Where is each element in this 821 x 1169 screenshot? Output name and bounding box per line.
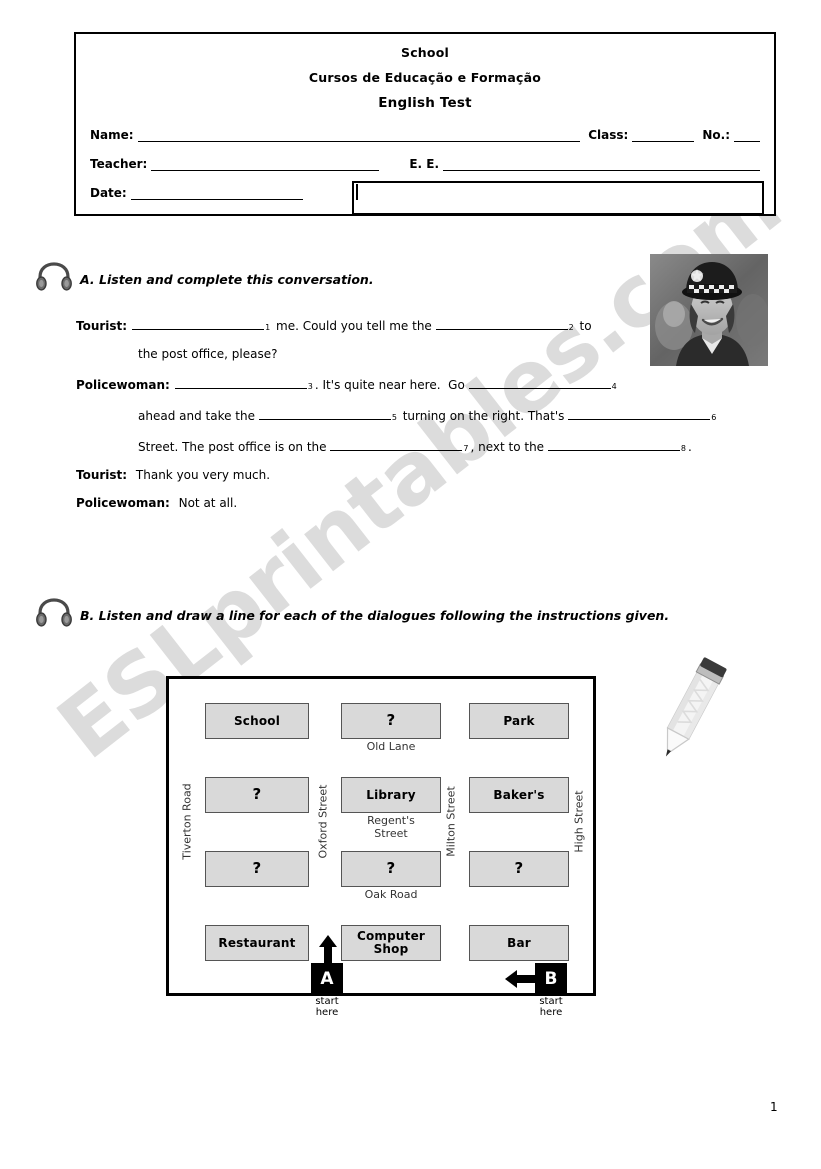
blank-number: 8 xyxy=(680,444,686,453)
map-building[interactable]: Library xyxy=(341,777,441,813)
blank-number: 3 xyxy=(307,382,313,391)
answer-blank-3[interactable] xyxy=(174,375,307,389)
dialogue-text: turning on the right. That's xyxy=(398,409,569,423)
map-building[interactable]: Restaurant xyxy=(205,925,309,961)
dialogue-text: Not at all. xyxy=(174,496,238,510)
class-label: Class: xyxy=(588,128,629,142)
name-input[interactable] xyxy=(137,127,581,142)
course-title: Cursos de Educação e Formação xyxy=(308,70,542,85)
date-label: Date: xyxy=(90,186,127,200)
map-building[interactable]: ? xyxy=(205,777,309,813)
map-building[interactable]: School xyxy=(205,703,309,739)
dialogue-line: ahead and take the 5 turning on the righ… xyxy=(76,406,756,423)
map-start-marker-a[interactable]: Astart here xyxy=(311,935,343,1018)
marker-caption: start here xyxy=(315,996,339,1018)
dialogue-line: Policewoman: 3. It's quite near here. Go … xyxy=(76,375,756,392)
map-building[interactable]: Baker's xyxy=(469,777,569,813)
answer-blank-7[interactable] xyxy=(330,437,463,451)
map-building[interactable]: Bar xyxy=(469,925,569,961)
blank-number: 2 xyxy=(568,323,574,332)
blank-number: 4 xyxy=(611,382,617,391)
answer-blank-4[interactable] xyxy=(468,375,611,389)
name-row: Name: Class: No.: xyxy=(76,127,774,142)
answer-blank-5[interactable] xyxy=(258,406,391,420)
grade-box-inner xyxy=(356,184,358,200)
dialogue-text: Street. The post office is on the xyxy=(138,440,331,454)
map-inner: School? Park? Library Baker's??? Restaurant C… xyxy=(169,679,593,1017)
map-building[interactable]: ? xyxy=(205,851,309,887)
marker-arrow-up xyxy=(319,935,337,970)
policewoman-photo xyxy=(650,254,768,366)
map-street-label: Oak Road xyxy=(364,888,418,901)
blank-number: 7 xyxy=(463,444,469,453)
answer-blank-1[interactable] xyxy=(132,316,265,330)
dialogue-speaker: Tourist: xyxy=(76,319,128,333)
map-building[interactable]: Computer Shop xyxy=(341,925,441,961)
test-header-box: School Cursos de Educação e Formação Eng… xyxy=(74,32,776,216)
dialogue-speaker: Policewoman: xyxy=(76,378,170,392)
number-input[interactable] xyxy=(734,127,760,142)
dialogue-text: , next to the xyxy=(470,440,548,454)
teacher-input[interactable] xyxy=(151,156,380,171)
date-row: Date: xyxy=(76,181,774,215)
teacher-row: Teacher: E. E. xyxy=(76,156,774,171)
pencil-icon xyxy=(634,656,744,766)
dialogue-line: Policewoman: Not at all. xyxy=(76,496,756,510)
map-street-label: High Street xyxy=(572,790,586,853)
section-a-title: A. Listen and complete this conversation… xyxy=(80,272,374,287)
dialogue-text: . xyxy=(687,440,692,454)
map-building[interactable]: ? xyxy=(341,851,441,887)
answer-blank-2[interactable] xyxy=(435,316,568,330)
headphones-icon xyxy=(36,262,72,297)
map-street-label: Tiverton Road xyxy=(180,783,194,860)
dialogue-speaker: Tourist: xyxy=(76,468,128,482)
section-b-heading: B. Listen and draw a line for each of th… xyxy=(36,598,669,633)
test-title: English Test xyxy=(378,95,472,111)
map-diagram: School? Park? Library Baker's??? Restaurant C… xyxy=(166,676,596,1017)
marker-letter: B xyxy=(535,963,567,995)
dialogue-text: me. Could you tell me the xyxy=(272,319,436,333)
map-building[interactable]: ? xyxy=(341,703,441,739)
answer-blank-8[interactable] xyxy=(547,437,680,451)
map-street-label: Oxford Street xyxy=(316,784,330,859)
blank-number: 5 xyxy=(391,413,397,422)
map-building[interactable]: Park xyxy=(469,703,569,739)
map-street-label: Regent's Street xyxy=(367,814,415,840)
dialogue-line: Street. The post office is on the 7, nex… xyxy=(76,437,756,454)
ee-label: E. E. xyxy=(409,157,440,171)
map-start-marker-b[interactable]: Bstart here xyxy=(505,963,567,1018)
dialogue-text: to xyxy=(575,319,592,333)
name-label: Name: xyxy=(90,128,134,142)
section-a-heading: A. Listen and complete this conversation… xyxy=(36,262,374,297)
map-street-label: Old Lane xyxy=(366,740,416,753)
dialogue-text: ahead and take the xyxy=(138,409,259,423)
dialogue-text: Thank you very much. xyxy=(132,468,271,482)
marker-caption: start here xyxy=(539,996,563,1018)
grade-box[interactable] xyxy=(352,181,764,215)
ee-input[interactable] xyxy=(443,156,760,171)
number-label: No.: xyxy=(702,128,730,142)
headphones-icon xyxy=(36,598,72,633)
teacher-label: Teacher: xyxy=(90,157,148,171)
map-street-label: Milton Street xyxy=(444,786,458,857)
dialogue-line: Tourist: Thank you very much. xyxy=(76,468,756,482)
date-input[interactable] xyxy=(130,185,303,200)
blank-number: 1 xyxy=(265,323,271,332)
marker-arrow-left xyxy=(505,970,537,993)
answer-blank-6[interactable] xyxy=(568,406,711,420)
class-input[interactable] xyxy=(632,127,695,142)
dialogue-speaker: Policewoman: xyxy=(76,496,170,510)
section-b-title: B. Listen and draw a line for each of th… xyxy=(80,608,670,623)
map-building[interactable]: ? xyxy=(469,851,569,887)
school-title: School xyxy=(401,45,449,60)
dialogue-text: the post office, please? xyxy=(138,347,278,361)
page-number: 1 xyxy=(770,1100,778,1114)
dialogue-text: . It's quite near here. Go xyxy=(314,378,469,392)
blank-number: 6 xyxy=(711,413,717,422)
